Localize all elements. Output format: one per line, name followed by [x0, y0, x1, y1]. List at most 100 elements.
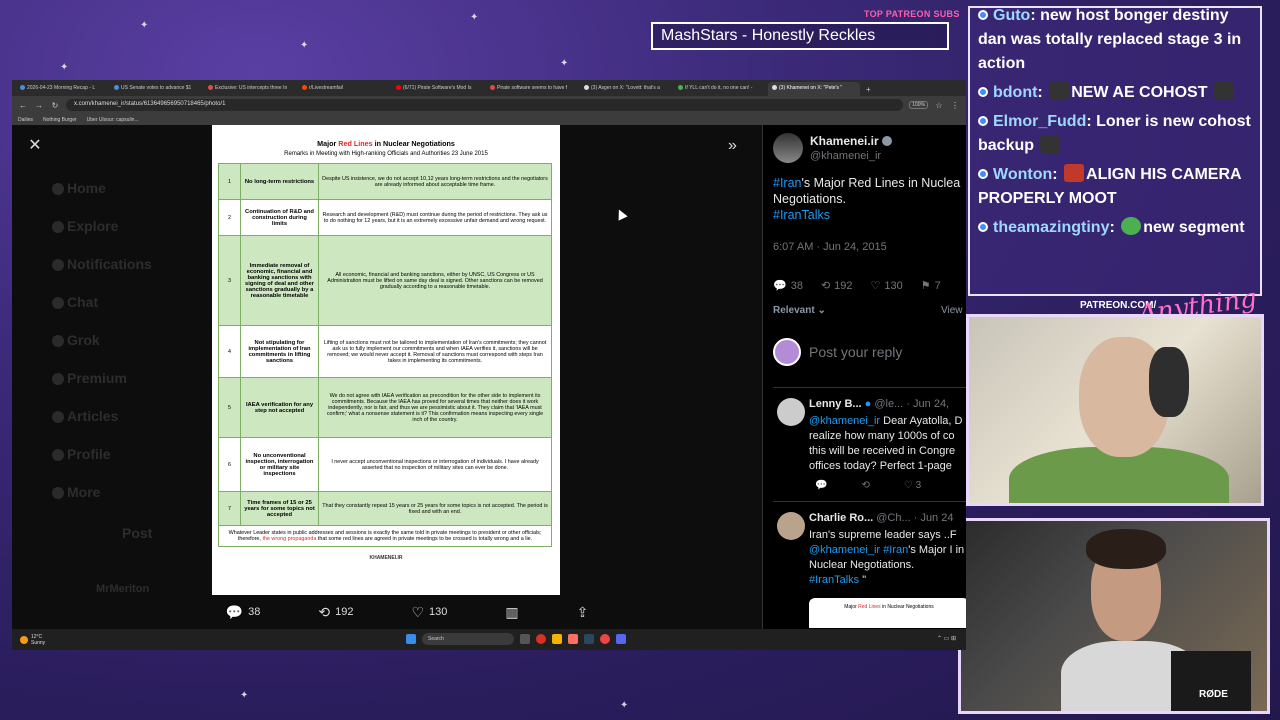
reload-icon[interactable]: ↻	[50, 101, 60, 110]
browser-icon[interactable]	[536, 634, 546, 644]
reply-item[interactable]: Lenny B... ● @le... · Jun 24, @khamenei_…	[773, 387, 966, 499]
bookmark-button[interactable]: ⚑ 7	[921, 279, 941, 293]
discord-icon[interactable]	[616, 634, 626, 644]
chat-message: Guto: new host bonger destiny dan was to…	[978, 7, 1242, 72]
reply-composer[interactable]: Post your reply	[773, 338, 902, 366]
quoted-media-preview[interactable]: Major Red Lines in Nuclear Negotiations	[809, 598, 966, 628]
post-button-ghost: Post	[122, 525, 153, 541]
media-action-bar: 💬 38 ⟲ 192 ♡ 130 ▥ ⇪	[12, 595, 762, 629]
browser-window: 2026-04-23 Morning Recap - L US Senate v…	[12, 80, 966, 650]
reply-button[interactable]: 💬 38	[226, 604, 261, 621]
reply-icon[interactable]: 💬	[815, 480, 827, 491]
chat-badge-icon	[978, 87, 988, 97]
reply-avatar[interactable]	[777, 398, 805, 426]
table-row: 1 No long-term restrictions Despite US ins…	[218, 163, 552, 200]
star-decoration: ✦	[470, 12, 479, 23]
favicon-icon	[678, 85, 683, 90]
x-media-viewer: Home Explore Notifications Chat Grok Pre…	[12, 125, 966, 629]
forward-icon[interactable]: →	[34, 101, 44, 110]
verified-badge-icon: ●	[864, 398, 872, 410]
table-row: 3 Immediate removal of economic, financia…	[218, 235, 552, 326]
sidebar-item-premium: Premium	[67, 370, 127, 386]
repost-icon[interactable]: ⟲	[861, 480, 869, 491]
bookmark-item[interactable]: Nothing Burger	[43, 117, 77, 123]
browser-tab[interactable]: (6/71) Pirate Software's Mod Is	[392, 82, 484, 96]
sun-icon	[20, 636, 28, 644]
new-tab-icon[interactable]: +	[862, 85, 875, 96]
windows-start-icon[interactable]	[406, 634, 416, 644]
share-button[interactable]: ⇪	[577, 604, 589, 621]
repost-button[interactable]: ⟲ 192	[820, 279, 853, 293]
system-tray[interactable]: ⌃ ▭ ⊞	[937, 635, 956, 642]
sidebar-item-notifications: Notifications	[67, 256, 152, 272]
home-icon	[52, 183, 64, 195]
chat-text: NEW AE COHOST	[1071, 84, 1208, 101]
close-icon[interactable]: ✕	[26, 137, 44, 155]
url-input[interactable]: x.com/khamenei_ir/status/613649656950718…	[66, 99, 904, 111]
zoom-level[interactable]: 100%	[909, 101, 928, 109]
chat-message: bdont: NEW AE COHOST	[978, 81, 1252, 105]
author-name[interactable]: Khamenei.ir	[810, 134, 892, 148]
hashtag-link[interactable]: #IranTalks	[773, 208, 830, 222]
repost-button[interactable]: ⟲ 192	[318, 604, 353, 621]
chrome-icon[interactable]	[600, 634, 610, 644]
favicon-icon	[208, 85, 213, 90]
weather-widget[interactable]: 12°C Sunny	[20, 634, 45, 646]
like-button[interactable]: ♡ 3	[904, 480, 921, 491]
reply-input[interactable]: Post your reply	[809, 344, 902, 360]
favicon-icon	[490, 85, 495, 90]
emote-icon	[1049, 82, 1070, 100]
browser-tab[interactable]: 2026-04-23 Morning Recap - L	[16, 82, 108, 96]
hashtag-link[interactable]: #Iran	[773, 176, 802, 190]
taskbar-search[interactable]: Search	[422, 633, 514, 645]
sidebar-item-explore: Explore	[67, 218, 119, 234]
steam-icon[interactable]	[584, 634, 594, 644]
bell-icon	[52, 259, 64, 271]
view-quotes-link[interactable]: View	[941, 305, 963, 316]
sort-replies-dropdown[interactable]: Relevant ⌄	[773, 305, 826, 316]
back-icon[interactable]: ←	[18, 101, 28, 110]
browser-tab[interactable]: r/Livestreamfail	[298, 82, 390, 96]
analytics-icon: ▥	[505, 603, 519, 620]
star-icon[interactable]: ☆	[934, 101, 944, 110]
reply-item[interactable]: Charlie Ro... @Ch... · Jun 24 Iran's sup…	[773, 501, 966, 629]
chat-icon	[52, 297, 64, 309]
favicon-icon	[584, 85, 589, 90]
browser-tab[interactable]: Exclusive: US intercepts three In	[204, 82, 296, 96]
reply-button[interactable]: 💬 38	[773, 279, 803, 293]
star-decoration: ✦	[60, 62, 69, 73]
tweet-timestamp[interactable]: 6:07 AM · Jun 24, 2015	[773, 241, 887, 253]
reply-avatar[interactable]	[777, 512, 805, 540]
browser-tab-active[interactable]: (3) Khamenei on X: "Pete's "	[768, 82, 860, 96]
task-view-icon[interactable]	[520, 634, 530, 644]
headphones	[1149, 347, 1189, 417]
extensions-icon[interactable]: ⋮	[950, 101, 960, 110]
sidebar-item-chat: Chat	[67, 294, 99, 310]
explore-icon	[52, 221, 64, 233]
like-button[interactable]: ♡ 130	[871, 279, 903, 293]
chat-username: Elmor_Fudd	[993, 113, 1087, 130]
browser-tab[interactable]: (3) Asger on X: "Lovett: that's a	[580, 82, 672, 96]
address-bar: ← → ↻ x.com/khamenei_ir/status/613649656…	[12, 96, 966, 114]
browser-tab[interactable]: If YLL can't do it, no one can! -	[674, 82, 766, 96]
bookmark-item[interactable]: Uber Ulsour: capsulin...	[87, 117, 139, 123]
windows-taskbar: 12°C Sunny Search ⌃ ▭ ⊞	[12, 630, 966, 650]
table-row: 6 No unconventional inspection, interroga…	[218, 437, 552, 492]
favicon-icon	[20, 85, 25, 90]
browser-tab[interactable]: Pirate software seems to have f	[486, 82, 578, 96]
collapse-panel-icon[interactable]: »	[728, 137, 737, 155]
views-button[interactable]: ▥	[505, 604, 518, 621]
author-avatar[interactable]	[773, 133, 803, 163]
like-button[interactable]: ♡ 130	[411, 604, 447, 621]
favicon-icon	[772, 85, 777, 90]
patreon-top-label: TOP PATREON SUBS	[864, 9, 960, 19]
account-name-ghost: MrMeriton	[96, 583, 150, 595]
repost-icon: ⟲	[820, 280, 831, 292]
file-explorer-icon[interactable]	[552, 634, 562, 644]
app-icon[interactable]	[568, 634, 578, 644]
browser-tab[interactable]: US Senate votes to advance $1	[110, 82, 202, 96]
articles-icon	[52, 411, 64, 423]
bookmark-item[interactable]: Dailies	[18, 117, 33, 123]
tweet-detail-pane: Khamenei.ir @khamenei_ir #Iran's Major R…	[762, 125, 966, 629]
author-handle[interactable]: @khamenei_ir	[810, 150, 881, 162]
